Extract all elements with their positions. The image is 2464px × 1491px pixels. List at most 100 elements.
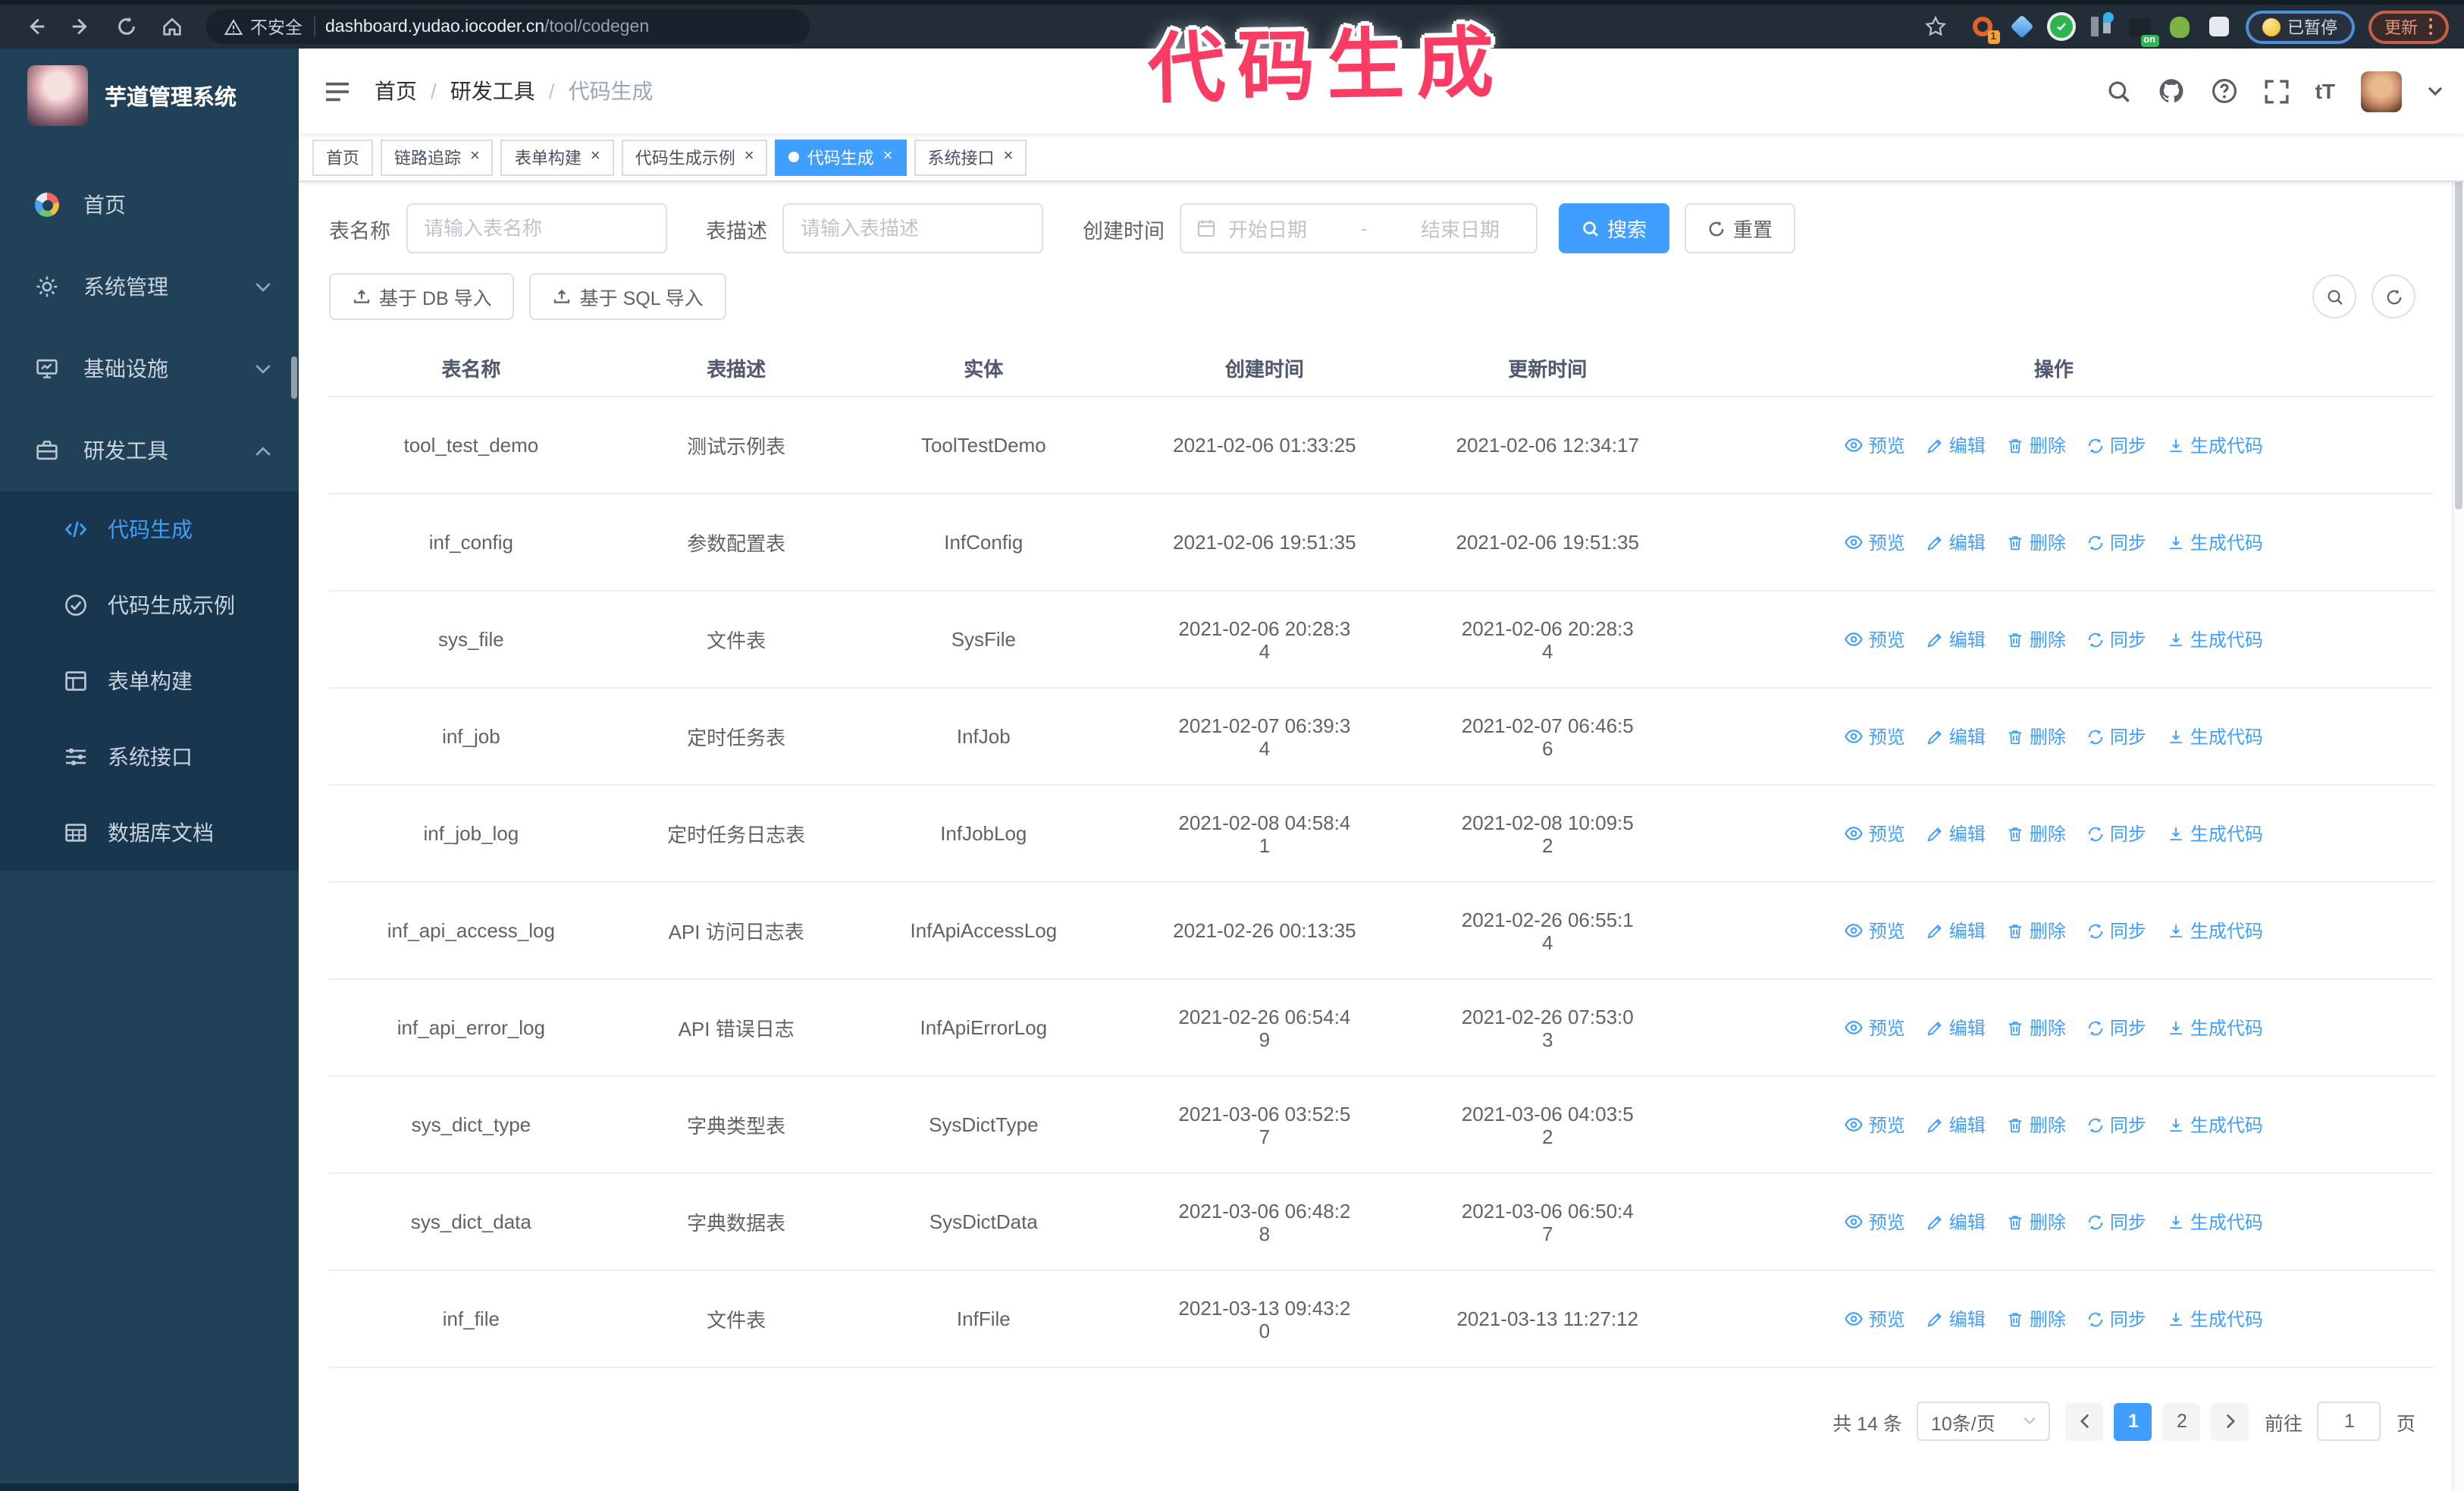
action-generate-link[interactable]: 生成代码 <box>2168 724 2263 749</box>
help-icon[interactable] <box>2211 77 2238 105</box>
sidebar-subitem-4[interactable]: 系统接口 <box>0 719 299 795</box>
reset-button[interactable]: 重置 <box>1685 203 1796 253</box>
action-delete-link[interactable]: 删除 <box>2007 918 2066 943</box>
hamburger-icon[interactable] <box>299 49 375 133</box>
extension-icon-5[interactable]: on <box>2127 14 2158 47</box>
action-generate-link[interactable]: 生成代码 <box>2168 432 2263 458</box>
font-size-icon[interactable]: tT <box>2315 79 2335 103</box>
extension-icon-1[interactable]: 1 <box>1969 14 1999 44</box>
breadcrumb-home[interactable]: 首页 <box>375 76 417 106</box>
action-edit-link[interactable]: 编辑 <box>1926 626 1986 652</box>
action-edit-link[interactable]: 编辑 <box>1926 529 1986 555</box>
action-generate-link[interactable]: 生成代码 <box>2168 1306 2263 1332</box>
tag-close-icon[interactable]: × <box>745 148 754 165</box>
action-delete-link[interactable]: 删除 <box>2007 821 2066 846</box>
browser-back-icon[interactable] <box>15 7 55 46</box>
page-button-1[interactable]: 1 <box>2114 1402 2152 1440</box>
action-generate-link[interactable]: 生成代码 <box>2168 529 2263 555</box>
browser-reload-icon[interactable] <box>106 7 146 46</box>
paused-profile-badge[interactable]: 已暂停 <box>2245 10 2354 43</box>
tag-close-icon[interactable]: × <box>470 148 480 165</box>
date-range-picker[interactable]: 开始日期 - 结束日期 <box>1180 203 1538 253</box>
tag-close-icon[interactable]: × <box>883 148 893 165</box>
action-preview-link[interactable]: 预览 <box>1845 1306 1905 1332</box>
tag-close-icon[interactable]: × <box>591 148 600 165</box>
table-desc-input[interactable] <box>782 203 1043 253</box>
action-generate-link[interactable]: 生成代码 <box>2168 1015 2263 1041</box>
window-scrollbar[interactable] <box>2452 49 2464 1491</box>
action-delete-link[interactable]: 删除 <box>2007 626 2066 652</box>
action-sync-link[interactable]: 同步 <box>2087 1015 2146 1041</box>
extension-icon-7[interactable] <box>2205 14 2231 39</box>
user-avatar[interactable] <box>2361 71 2402 111</box>
action-delete-link[interactable]: 删除 <box>2007 529 2066 555</box>
refresh-table-button[interactable] <box>2372 275 2415 319</box>
action-edit-link[interactable]: 编辑 <box>1926 918 1986 943</box>
action-preview-link[interactable]: 预览 <box>1845 529 1905 555</box>
sidebar-subitem-3[interactable]: 表单构建 <box>0 643 299 719</box>
sidebar-item-3[interactable]: 基础设施 <box>0 328 299 410</box>
action-sync-link[interactable]: 同步 <box>2087 918 2146 943</box>
prev-page-button[interactable] <box>2065 1402 2104 1440</box>
extension-icon-2[interactable] <box>2008 14 2034 39</box>
sidebar-item-4[interactable]: 研发工具 <box>0 410 299 491</box>
action-sync-link[interactable]: 同步 <box>2087 1209 2146 1235</box>
action-sync-link[interactable]: 同步 <box>2087 821 2146 846</box>
tag-tab-4[interactable]: 代码生成示例 × <box>621 139 768 175</box>
action-sync-link[interactable]: 同步 <box>2087 626 2146 652</box>
action-sync-link[interactable]: 同步 <box>2087 1306 2146 1332</box>
import-sql-button[interactable]: 基于 SQL 导入 <box>529 273 726 320</box>
table-name-input[interactable] <box>406 203 666 253</box>
browser-home-icon[interactable] <box>152 7 191 46</box>
action-sync-link[interactable]: 同步 <box>2087 432 2146 458</box>
action-delete-link[interactable]: 删除 <box>2007 1015 2066 1041</box>
action-preview-link[interactable]: 预览 <box>1845 821 1905 846</box>
action-delete-link[interactable]: 删除 <box>2007 432 2066 458</box>
action-edit-link[interactable]: 编辑 <box>1926 724 1986 749</box>
extension-icon-6[interactable] <box>2166 14 2192 39</box>
sidebar-item-1[interactable]: 首页 <box>0 164 299 246</box>
next-page-button[interactable] <box>2211 1402 2249 1440</box>
action-preview-link[interactable]: 预览 <box>1845 432 1905 458</box>
action-edit-link[interactable]: 编辑 <box>1926 1209 1986 1235</box>
page-button-2[interactable]: 2 <box>2162 1402 2201 1440</box>
action-preview-link[interactable]: 预览 <box>1845 1015 1905 1041</box>
address-bar[interactable]: 不安全 dashboard.yudao.iocoder.cn/tool/code… <box>206 9 810 44</box>
extension-icon-3[interactable] <box>2048 14 2074 39</box>
tag-tab-2[interactable]: 链路追踪 × <box>381 139 494 175</box>
tag-tab-1[interactable]: 首页 <box>312 139 373 175</box>
browser-forward-icon[interactable] <box>61 7 100 46</box>
action-preview-link[interactable]: 预览 <box>1845 918 1905 943</box>
sidebar-subitem-2[interactable]: 代码生成示例 <box>0 567 299 643</box>
goto-page-input[interactable] <box>2317 1402 2381 1441</box>
action-edit-link[interactable]: 编辑 <box>1926 1306 1986 1332</box>
action-preview-link[interactable]: 预览 <box>1845 626 1905 652</box>
action-edit-link[interactable]: 编辑 <box>1926 1112 1986 1138</box>
tag-tab-5[interactable]: 代码生成 × <box>775 139 907 175</box>
toggle-search-button[interactable] <box>2312 275 2356 319</box>
action-generate-link[interactable]: 生成代码 <box>2168 1112 2263 1138</box>
fullscreen-icon[interactable] <box>2264 78 2290 104</box>
kebab-menu-icon[interactable] <box>2428 17 2432 36</box>
action-sync-link[interactable]: 同步 <box>2087 724 2146 749</box>
action-generate-link[interactable]: 生成代码 <box>2168 1209 2263 1235</box>
sidebar-subitem-1[interactable]: 代码生成 <box>0 491 299 567</box>
browser-update-button[interactable]: 更新 <box>2368 10 2449 43</box>
action-preview-link[interactable]: 预览 <box>1845 724 1905 749</box>
github-icon[interactable] <box>2158 77 2185 105</box>
action-edit-link[interactable]: 编辑 <box>1926 432 1986 458</box>
action-sync-link[interactable]: 同步 <box>2087 1112 2146 1138</box>
app-logo-row[interactable]: 芋道管理系统 <box>0 49 299 143</box>
search-icon[interactable] <box>2106 78 2132 104</box>
action-generate-link[interactable]: 生成代码 <box>2168 918 2263 943</box>
bookmark-star-icon[interactable] <box>1916 7 1955 46</box>
action-preview-link[interactable]: 预览 <box>1845 1112 1905 1138</box>
import-db-button[interactable]: 基于 DB 导入 <box>329 273 515 320</box>
action-edit-link[interactable]: 编辑 <box>1926 821 1986 846</box>
action-generate-link[interactable]: 生成代码 <box>2168 821 2263 846</box>
action-delete-link[interactable]: 删除 <box>2007 1306 2066 1332</box>
action-generate-link[interactable]: 生成代码 <box>2168 626 2263 652</box>
tag-close-icon[interactable]: × <box>1004 148 1014 165</box>
breadcrumb-devtools[interactable]: 研发工具 <box>450 76 535 106</box>
chevron-down-icon[interactable] <box>2428 86 2443 96</box>
